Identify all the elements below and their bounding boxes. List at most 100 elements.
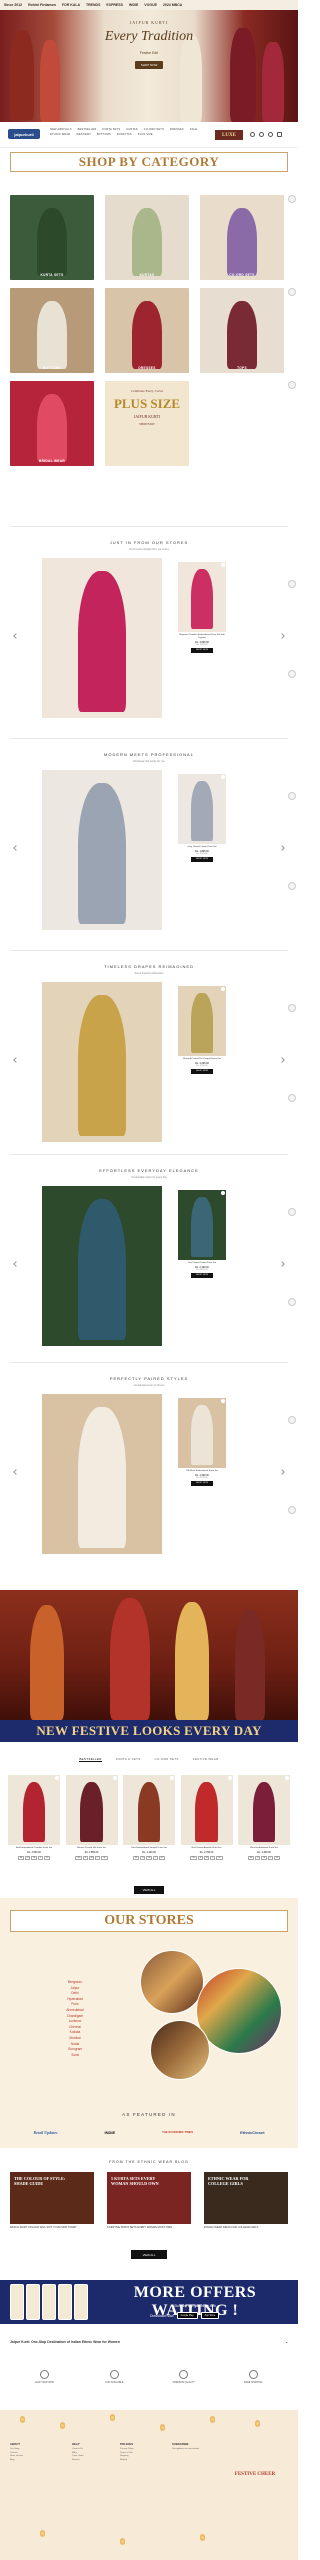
nav-link[interactable]: NEW ARRIVALS — [50, 128, 72, 131]
featured-main-image[interactable] — [42, 982, 162, 1142]
luxe-link[interactable]: LUXE — [215, 130, 243, 140]
blog-post-title[interactable]: WHICH SHIRT COLOUR WILL SUIT YOUR SKIN T… — [10, 2226, 94, 2229]
product-image[interactable] — [178, 986, 226, 1056]
app-store-button[interactable]: App Store — [200, 2312, 220, 2319]
brand-logo[interactable]: jaipurkurti — [8, 129, 40, 139]
size-option[interactable]: L — [267, 1855, 273, 1861]
category-card[interactable]: TOPS — [200, 288, 284, 373]
chevron-left-icon[interactable] — [13, 1261, 19, 1267]
size-option[interactable]: M — [146, 1855, 152, 1861]
blog-card[interactable]: THE COLOUR OF STYLE: SHADE GUIDE WHICH S… — [10, 2172, 94, 2229]
product-card[interactable]: Red Embroidered Chanderi Kurta Set Rs. 3… — [8, 1775, 60, 1861]
size-option[interactable]: XS — [75, 1855, 82, 1861]
side-float-icon[interactable] — [288, 580, 296, 588]
wishlist-icon[interactable] — [268, 132, 273, 137]
accordion-title[interactable]: Jaipur Kurti: One-Stop Destination of In… — [10, 2340, 120, 2344]
wishlist-icon[interactable] — [221, 1191, 225, 1195]
size-option[interactable]: L — [95, 1855, 101, 1861]
blog-post-title[interactable]: 5 FESTIVE KURTA SETS EVERY WOMAN MUST OW… — [107, 2226, 191, 2229]
app-offers-banner[interactable]: MORE OFFERS WAITING ! Shop the app, jaip… — [0, 2280, 298, 2324]
nav-link[interactable]: DRESSES — [170, 128, 184, 131]
side-float-icon[interactable] — [288, 1416, 296, 1424]
size-option[interactable]: S — [25, 1855, 31, 1861]
chevron-right-icon[interactable] — [279, 633, 285, 639]
blog-view-all-button[interactable]: VIEW ALL — [131, 2250, 167, 2259]
size-option[interactable]: M — [31, 1855, 37, 1861]
size-option[interactable]: S — [140, 1855, 146, 1861]
category-card[interactable]: KURTAS — [105, 195, 189, 280]
seo-accordion[interactable]: Jaipur Kurti: One-Stop Destination of In… — [10, 2340, 288, 2344]
size-option[interactable]: XS — [17, 1855, 25, 1861]
product-image[interactable] — [238, 1775, 290, 1845]
product-name[interactable]: Off White Embroidered Kurta Set — [178, 1470, 226, 1473]
category-card[interactable]: CO-ORD SETS — [200, 195, 284, 280]
size-option[interactable]: XL — [216, 1855, 223, 1861]
size-option[interactable]: XS — [190, 1855, 197, 1861]
size-option[interactable]: L — [37, 1855, 43, 1861]
nav-link[interactable]: DUPATTAS — [117, 133, 132, 136]
size-option[interactable]: S — [197, 1855, 203, 1861]
product-name[interactable]: Red Printed Anarkali Kurta Set — [181, 1847, 233, 1850]
product-card[interactable]: Off White Embroidered Kurta Set Rs. 3,49… — [178, 1398, 226, 1486]
product-image[interactable] — [8, 1775, 60, 1845]
side-float-icon[interactable] — [288, 1208, 296, 1216]
chevron-right-icon[interactable] — [279, 1469, 285, 1475]
cart-icon[interactable] — [277, 132, 282, 137]
size-option[interactable]: S — [255, 1855, 261, 1861]
side-float-icon[interactable] — [288, 1004, 296, 1012]
product-name[interactable]: Maroon Printed Silk Kurta Set — [66, 1847, 118, 1850]
nav-link[interactable]: KURTAS — [126, 128, 137, 131]
wishlist-icon[interactable] — [285, 1776, 289, 1780]
featured-main-image[interactable] — [42, 1394, 162, 1554]
chevron-right-icon[interactable] — [279, 1057, 285, 1063]
product-image[interactable] — [178, 1398, 226, 1468]
product-card[interactable]: Teal Printed Cotton Kurta Set Rs. 2,199.… — [178, 1190, 226, 1278]
size-option[interactable]: M — [261, 1855, 267, 1861]
product-name[interactable]: Teal Printed Cotton Kurta Set — [178, 1262, 226, 1265]
product-image[interactable] — [178, 774, 226, 844]
wishlist-icon[interactable] — [55, 1776, 59, 1780]
shop-now-button[interactable]: SHOP NOW — [190, 856, 214, 862]
view-all-button[interactable]: VIEW ALL — [134, 1886, 164, 1894]
category-card[interactable]: BOTTOMS — [10, 288, 94, 373]
nav-link[interactable]: WESTERN — [76, 133, 90, 136]
wishlist-icon[interactable] — [227, 1776, 232, 1780]
google-play-button[interactable]: Google Play — [176, 2312, 198, 2319]
footer-link[interactable]: Blog — [10, 2459, 23, 2463]
size-option[interactable]: L — [210, 1855, 216, 1861]
store-city[interactable]: Surat — [20, 2053, 130, 2059]
tab-bestseller[interactable]: BESTSELLER — [79, 1757, 102, 1762]
product-card[interactable]: Magenta Chanderi Embroidered Kurta Set w… — [178, 562, 226, 653]
size-option[interactable]: S — [82, 1855, 88, 1861]
wishlist-icon[interactable] — [221, 563, 225, 567]
blog-post-title[interactable]: ETHNIC WEAR IDEAS FOR COLLEGE GIRLS — [204, 2226, 288, 2229]
product-card[interactable]: Rust Embroidered Straight Kurta Set Rs. … — [123, 1775, 175, 1861]
footer-link[interactable]: Returns — [72, 2459, 84, 2463]
featured-main-image[interactable] — [42, 1186, 162, 1346]
blog-card[interactable]: ETHNIC WEAR FOR COLLEGE GIRLS ETHNIC WEA… — [204, 2172, 288, 2229]
nav-link[interactable]: CO-ORD SETS — [144, 128, 164, 131]
product-name[interactable]: Mustard Printed Pre-Draped Saree Set — [178, 1058, 226, 1061]
size-option[interactable]: L — [152, 1855, 158, 1861]
plus-size-card[interactable]: Celebrate Every Curve PLUS SIZE JAIPUR K… — [105, 381, 189, 466]
nav-link[interactable]: BOTTOMS — [97, 133, 111, 136]
product-card[interactable]: Grey Printed Cotton Kurta Set Rs. 1,899.… — [178, 774, 226, 862]
hero-cta-button[interactable]: SHOP NOW — [134, 61, 164, 69]
product-image[interactable] — [178, 1190, 226, 1260]
shop-now-button[interactable]: SHOP NOW — [190, 1068, 214, 1074]
size-option[interactable]: M — [88, 1855, 95, 1861]
shop-now-button[interactable]: SHOP NOW — [190, 1480, 214, 1486]
size-option[interactable]: XL — [158, 1855, 166, 1861]
nav-link[interactable]: PLUS SIZE — [138, 133, 153, 136]
product-card[interactable]: Maroon Printed Silk Kurta Set Rs. 2,899.… — [65, 1775, 118, 1861]
size-option[interactable]: XL — [273, 1855, 281, 1861]
side-float-icon[interactable] — [288, 288, 296, 296]
product-image[interactable] — [65, 1775, 118, 1845]
size-option[interactable]: XS — [132, 1855, 140, 1861]
tab-kurta-sets[interactable]: KURTA & SETS — [116, 1757, 141, 1762]
product-image[interactable] — [178, 562, 226, 632]
category-card[interactable]: KURTA SETS — [10, 195, 94, 280]
chevron-down-icon[interactable]: ⌄ — [285, 2340, 288, 2344]
size-option[interactable]: XL — [43, 1855, 51, 1861]
side-float-icon[interactable] — [288, 1298, 296, 1306]
